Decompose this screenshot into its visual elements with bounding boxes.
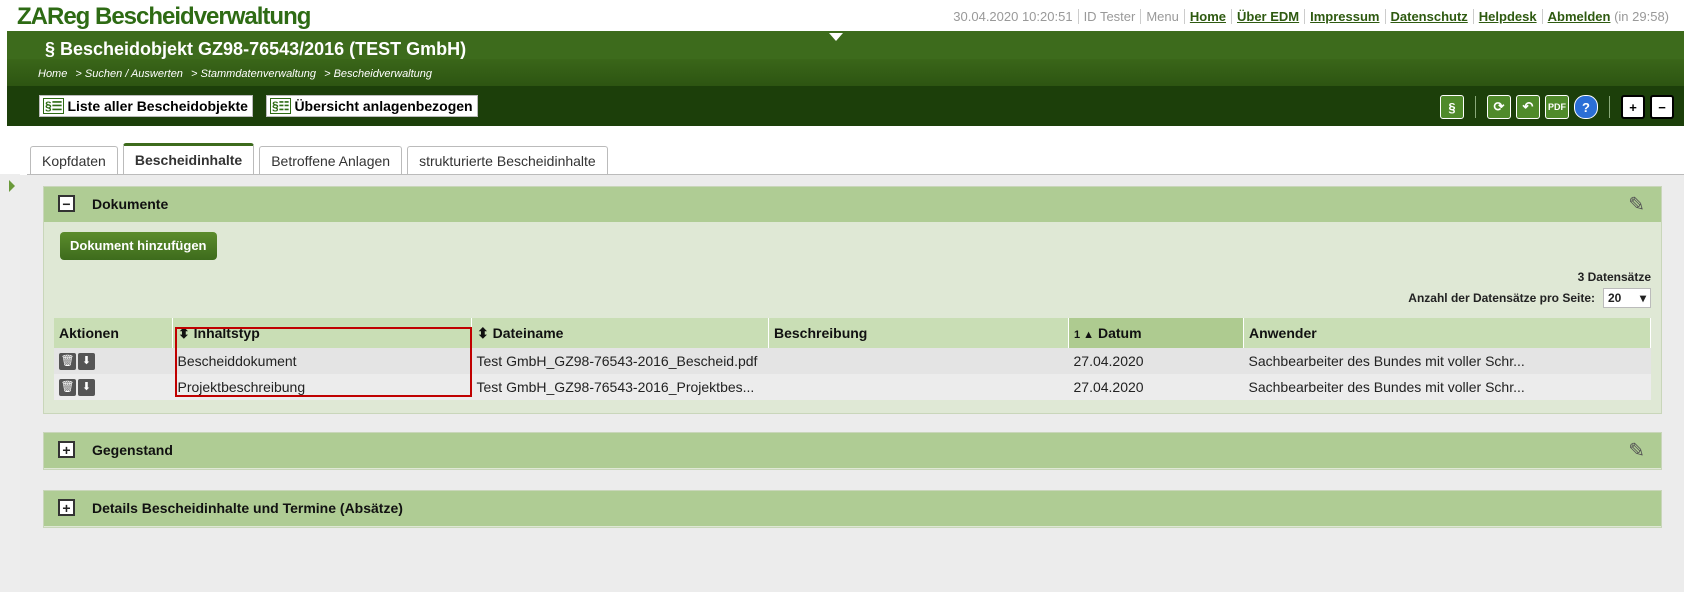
record-count: 3 Datensätze xyxy=(1577,270,1651,284)
tab-betroffene-anlagen[interactable]: Betroffene Anlagen xyxy=(259,146,403,175)
collapse-all-icon[interactable]: − xyxy=(1650,95,1674,119)
helpdesk-link[interactable]: Helpdesk xyxy=(1479,9,1537,24)
delete-icon[interactable]: 🗑 xyxy=(59,378,76,396)
column-header-datum[interactable]: 1 ▲ Datum xyxy=(1068,318,1244,348)
timestamp: 30.04.2020 10:20:51 xyxy=(953,9,1073,24)
cell-beschreibung xyxy=(768,348,1069,374)
session-timer: (in 29:58) xyxy=(1614,9,1669,24)
column-header-anwender[interactable]: Anwender xyxy=(1243,318,1651,348)
menu-link[interactable]: Menu xyxy=(1140,9,1184,24)
breadcrumb-master-data[interactable]: > Stammdatenverwaltung xyxy=(191,68,316,80)
paragraph-add-icon[interactable]: § xyxy=(1440,95,1464,119)
cell-datum: 27.04.2020 xyxy=(1068,348,1244,374)
breadcrumb-home[interactable]: Home xyxy=(38,68,67,80)
about-edm-link[interactable]: Über EDM xyxy=(1237,9,1299,24)
page-title: § Bescheidobjekt GZ98-76543/2016 (TEST G… xyxy=(45,39,467,59)
collapse-header-icon[interactable] xyxy=(829,33,843,41)
expand-side-icon[interactable] xyxy=(9,180,15,192)
list-all-objects-label: Liste aller Bescheidobjekte xyxy=(67,98,248,114)
toolbar: §☰ Liste aller Bescheidobjekte §☷ Übersi… xyxy=(7,86,1684,126)
column-header-dateiname[interactable]: ⬍ Dateiname xyxy=(471,318,769,348)
divider xyxy=(1609,96,1610,118)
download-icon[interactable]: ⬇ xyxy=(78,378,95,396)
breadcrumb: Home > Suchen / Auswerten > Stammdatenve… xyxy=(38,68,437,80)
gegenstand-panel-header[interactable]: + Gegenstand ✎ xyxy=(44,433,1661,468)
documents-panel-title: Dokumente xyxy=(92,196,169,212)
column-label: Dateiname xyxy=(492,324,564,341)
top-bar: ZAReg Bescheidverwaltung 30.04.2020 10:2… xyxy=(0,0,1684,32)
expand-icon[interactable]: + xyxy=(58,441,75,458)
object-header: § Bescheidobjekt GZ98-76543/2016 (TEST G… xyxy=(7,31,1684,86)
delete-icon[interactable]: 🗑 xyxy=(59,352,76,370)
page-size-value: 20 xyxy=(1608,291,1622,305)
page-size-select[interactable]: 20 ▾ xyxy=(1603,288,1651,308)
paragraph-grid-icon: §☷ xyxy=(270,98,292,114)
side-panel-toggle[interactable] xyxy=(0,174,20,592)
refresh-icon[interactable]: ⟳ xyxy=(1487,95,1511,119)
cell-anwender: Sachbearbeiter des Bundes mit voller Sch… xyxy=(1243,348,1651,374)
expand-icon[interactable]: + xyxy=(58,499,75,516)
pdf-icon[interactable]: PDF xyxy=(1545,95,1569,119)
toolbar-actions: § ⟳ ↶ PDF ? + − xyxy=(1440,95,1674,119)
details-panel-title: Details Bescheidinhalte und Termine (Abs… xyxy=(92,500,403,516)
help-icon[interactable]: ? xyxy=(1574,95,1598,119)
paragraph-list-icon: §☰ xyxy=(43,98,65,114)
highlight-annotation xyxy=(175,327,472,397)
cell-dateiname[interactable]: Test GmbH_GZ98-76543-2016_Projektbes... xyxy=(471,374,769,400)
details-panel: + Details Bescheidinhalte und Termine (A… xyxy=(43,490,1662,528)
column-header-aktionen: Aktionen xyxy=(54,318,173,348)
page-size-label: Anzahl der Datensätze pro Seite: xyxy=(1408,291,1595,305)
add-document-button[interactable]: Dokument hinzufügen xyxy=(60,232,217,260)
logout-link[interactable]: Abmelden xyxy=(1548,9,1611,24)
edit-pencil-icon[interactable]: ✎ xyxy=(1628,192,1645,217)
home-link[interactable]: Home xyxy=(1190,9,1226,24)
overview-button[interactable]: §☷ Übersicht anlagenbezogen xyxy=(266,95,478,117)
user-name: ID Tester xyxy=(1077,9,1141,24)
top-navigation: 30.04.2020 10:20:51 ID Tester Menu Home Über… xyxy=(948,9,1674,24)
tab-bescheidinhalte[interactable]: Bescheidinhalte xyxy=(122,143,255,176)
datenschutz-link[interactable]: Datenschutz xyxy=(1391,9,1468,24)
collapse-icon[interactable]: − xyxy=(58,195,75,212)
app-title: ZAReg Bescheidverwaltung xyxy=(17,3,311,30)
undo-icon[interactable]: ↶ xyxy=(1516,95,1540,119)
breadcrumb-current: > Bescheidverwaltung xyxy=(324,68,433,80)
download-icon[interactable]: ⬇ xyxy=(78,352,95,370)
overview-label: Übersicht anlagenbezogen xyxy=(294,98,473,114)
details-panel-header[interactable]: + Details Bescheidinhalte und Termine (A… xyxy=(44,491,1661,526)
expand-all-icon[interactable]: + xyxy=(1621,95,1645,119)
divider xyxy=(1475,96,1476,118)
page-size-control: Anzahl der Datensätze pro Seite: 20 ▾ xyxy=(1408,288,1651,308)
gegenstand-panel-title: Gegenstand xyxy=(92,442,173,458)
cell-anwender: Sachbearbeiter des Bundes mit voller Sch… xyxy=(1243,374,1651,400)
impressum-link[interactable]: Impressum xyxy=(1310,9,1379,24)
gegenstand-panel: + Gegenstand ✎ xyxy=(43,432,1662,470)
tab-kopfdaten[interactable]: Kopfdaten xyxy=(30,146,118,175)
column-header-beschreibung[interactable]: Beschreibung xyxy=(768,318,1069,348)
tab-strukturierte-bescheidinhalte[interactable]: strukturierte Bescheidinhalte xyxy=(407,146,608,175)
column-label: Datum xyxy=(1097,325,1142,341)
chevron-down-icon: ▾ xyxy=(1639,291,1646,305)
breadcrumb-search[interactable]: > Suchen / Auswerten xyxy=(75,68,183,80)
tab-bar: Kopfdaten Bescheidinhalte Betroffene Anl… xyxy=(30,143,608,176)
cell-dateiname[interactable]: Test GmbH_GZ98-76543-2016_Bescheid.pdf xyxy=(471,348,769,374)
cell-beschreibung xyxy=(768,374,1069,400)
list-all-objects-button[interactable]: §☰ Liste aller Bescheidobjekte xyxy=(39,95,253,117)
cell-datum: 27.04.2020 xyxy=(1068,374,1244,400)
edit-pencil-icon[interactable]: ✎ xyxy=(1628,438,1645,463)
sort-icon: ⬍ xyxy=(477,324,489,341)
documents-panel-header[interactable]: − Dokumente ✎ xyxy=(44,187,1661,222)
sort-asc-icon: 1 ▲ xyxy=(1074,329,1095,341)
